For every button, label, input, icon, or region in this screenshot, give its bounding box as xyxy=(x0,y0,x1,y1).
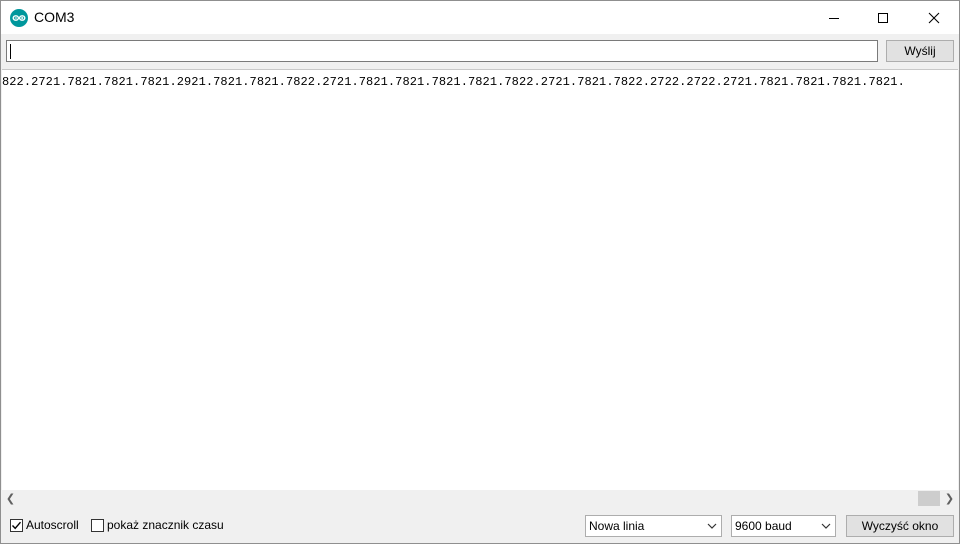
timestamp-checkbox[interactable] xyxy=(91,518,104,532)
checkmark-icon xyxy=(11,521,22,529)
close-button[interactable] xyxy=(911,1,957,34)
autoscroll-checkbox[interactable] xyxy=(10,518,23,532)
send-input[interactable] xyxy=(6,40,878,62)
baud-rate-value: 9600 baud xyxy=(735,519,792,533)
autoscroll-label: Autoscroll xyxy=(26,518,79,532)
clear-output-button[interactable]: Wyczyść okno xyxy=(846,515,954,537)
maximize-icon xyxy=(878,12,888,23)
minimize-button[interactable] xyxy=(811,1,857,34)
send-button[interactable]: Wyślij xyxy=(886,40,954,62)
serial-monitor-window: COM3 Wyślij 822.2721.7821.7821.7821.2921… xyxy=(0,0,960,544)
scrollbar-thumb[interactable] xyxy=(918,491,940,506)
serial-output-text: 822.2721.7821.7821.7821.2921.7821.7821.7… xyxy=(2,75,905,89)
scroll-left-arrow-icon[interactable]: ❮ xyxy=(2,490,19,507)
line-ending-value: Nowa linia xyxy=(589,519,645,533)
text-caret xyxy=(10,44,11,59)
timestamp-label: pokaż znacznik czasu xyxy=(107,518,224,532)
horizontal-scrollbar[interactable]: ❮ ❯ xyxy=(2,490,958,507)
arduino-logo-icon xyxy=(10,9,28,27)
maximize-button[interactable] xyxy=(860,1,906,34)
send-row: Wyślij xyxy=(1,34,959,68)
chevron-down-icon xyxy=(821,523,831,529)
title-bar[interactable]: COM3 xyxy=(1,1,959,34)
close-icon xyxy=(928,12,940,23)
timestamp-option[interactable]: pokaż znacznik czasu xyxy=(91,518,224,532)
scroll-right-arrow-icon[interactable]: ❯ xyxy=(941,490,958,507)
minimize-icon xyxy=(829,17,839,19)
window-title: COM3 xyxy=(34,9,75,25)
chevron-down-icon xyxy=(707,523,717,529)
serial-output-area[interactable]: 822.2721.7821.7821.7821.2921.7821.7821.7… xyxy=(2,69,958,491)
baud-rate-select[interactable]: 9600 baud xyxy=(731,515,836,537)
bottom-bar: Autoscroll pokaż znacznik czasu Nowa lin… xyxy=(1,508,959,543)
autoscroll-option[interactable]: Autoscroll xyxy=(10,518,79,532)
line-ending-select[interactable]: Nowa linia xyxy=(585,515,722,537)
